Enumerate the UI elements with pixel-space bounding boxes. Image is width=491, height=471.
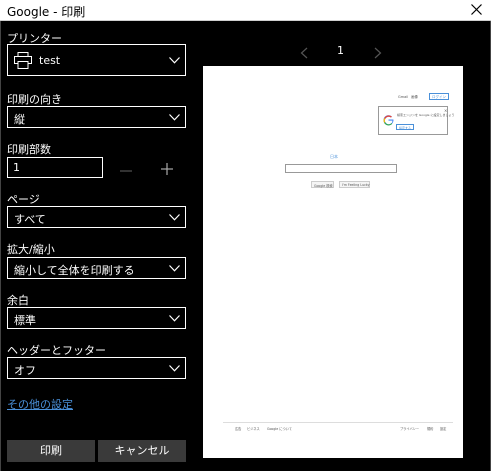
preview-signin-button: ログイン xyxy=(429,93,449,100)
preview-footer-settings: 設定 xyxy=(440,427,447,431)
preview-signin-label: ログイン xyxy=(432,95,446,99)
printer-icon xyxy=(14,52,32,69)
margins-label: 余白 xyxy=(7,294,29,307)
window-border-left xyxy=(0,21,1,471)
preview-lucky-button: I'm Feeling Lucky xyxy=(339,181,370,188)
more-settings-link[interactable]: その他の設定 xyxy=(7,396,73,412)
preview-popup-close-icon: × xyxy=(444,108,448,113)
preview-search-box xyxy=(285,164,397,173)
chevron-down-icon xyxy=(169,57,180,64)
printer-value: test xyxy=(39,54,61,67)
chevron-right-icon xyxy=(374,47,382,59)
header-footer-label: ヘッダーとフッター xyxy=(7,344,106,357)
window-title: Google - 印刷 xyxy=(7,5,86,19)
decrement-button[interactable] xyxy=(119,162,133,174)
preview-footer-terms: 規約 xyxy=(427,427,434,431)
next-page-button[interactable] xyxy=(374,44,384,59)
orientation-label: 印刷の向き xyxy=(7,93,62,106)
cancel-button[interactable]: キャンセル xyxy=(98,440,186,462)
chevron-down-icon xyxy=(169,315,180,322)
margins-value: 標準 xyxy=(14,314,36,327)
preview-popup-text: 検索エンジンを Google に設定しましょう xyxy=(397,113,455,117)
copies-input[interactable]: 1 xyxy=(7,157,103,178)
scale-label: 拡大/縮小 xyxy=(7,243,55,256)
plus-icon xyxy=(161,163,173,175)
orientation-value: 縦 xyxy=(14,113,25,126)
preview-footer-about: Google について xyxy=(267,427,292,431)
chevron-left-icon xyxy=(300,47,308,59)
preview-images-link: 画像 xyxy=(411,95,418,99)
preview-search-button-label: Google 検索 xyxy=(314,184,333,188)
google-g-icon xyxy=(383,115,394,126)
page-number: 1 xyxy=(337,44,344,57)
copies-value: 1 xyxy=(13,161,20,174)
header-footer-value: オフ xyxy=(14,364,36,377)
title-bar: Google - 印刷 xyxy=(0,0,491,21)
chevron-down-icon xyxy=(169,114,180,121)
pages-select[interactable]: すべて xyxy=(7,206,186,228)
preview-popup-button: 設定する xyxy=(396,124,414,130)
printer-select[interactable]: test xyxy=(7,44,186,76)
header-footer-select[interactable]: オフ xyxy=(7,357,186,379)
copies-label: 印刷部数 xyxy=(7,143,51,156)
previous-page-button[interactable] xyxy=(300,44,310,59)
margins-select[interactable]: 標準 xyxy=(7,307,186,329)
scale-value: 縮小して全体を印刷する xyxy=(14,264,135,277)
preview-lucky-button-label: I'm Feeling Lucky xyxy=(342,183,370,187)
pages-value: すべて xyxy=(14,213,46,226)
chevron-down-icon xyxy=(169,214,180,221)
increment-button[interactable] xyxy=(160,161,174,175)
preview-search-button: Google 検索 xyxy=(311,181,334,188)
preview-footer-divider xyxy=(223,422,453,423)
chevron-down-icon xyxy=(169,265,180,272)
preview-logo-text: 日本 xyxy=(330,154,338,159)
close-icon xyxy=(471,4,482,15)
preview-footer-ads: 広告 xyxy=(235,427,242,431)
orientation-select[interactable]: 縦 xyxy=(7,106,186,128)
close-button[interactable] xyxy=(461,0,491,20)
preview-gmail-link: Gmail xyxy=(398,95,409,99)
preview-popup-button-label: 設定する xyxy=(399,125,412,130)
scale-select[interactable]: 縮小して全体を印刷する xyxy=(7,257,186,279)
print-preview-page: Gmail 画像 ログイン 検索エンジンを Google に設定しましょう 設定… xyxy=(203,66,463,458)
preview-footer-business: ビジネス xyxy=(247,427,260,431)
print-button[interactable]: 印刷 xyxy=(7,440,95,462)
preview-popup: 検索エンジンを Google に設定しましょう 設定する × xyxy=(378,106,455,135)
preview-footer-privacy: プライバシー xyxy=(400,427,420,431)
minus-icon xyxy=(120,170,132,172)
chevron-down-icon xyxy=(169,365,180,372)
pages-label: ページ xyxy=(7,193,40,206)
